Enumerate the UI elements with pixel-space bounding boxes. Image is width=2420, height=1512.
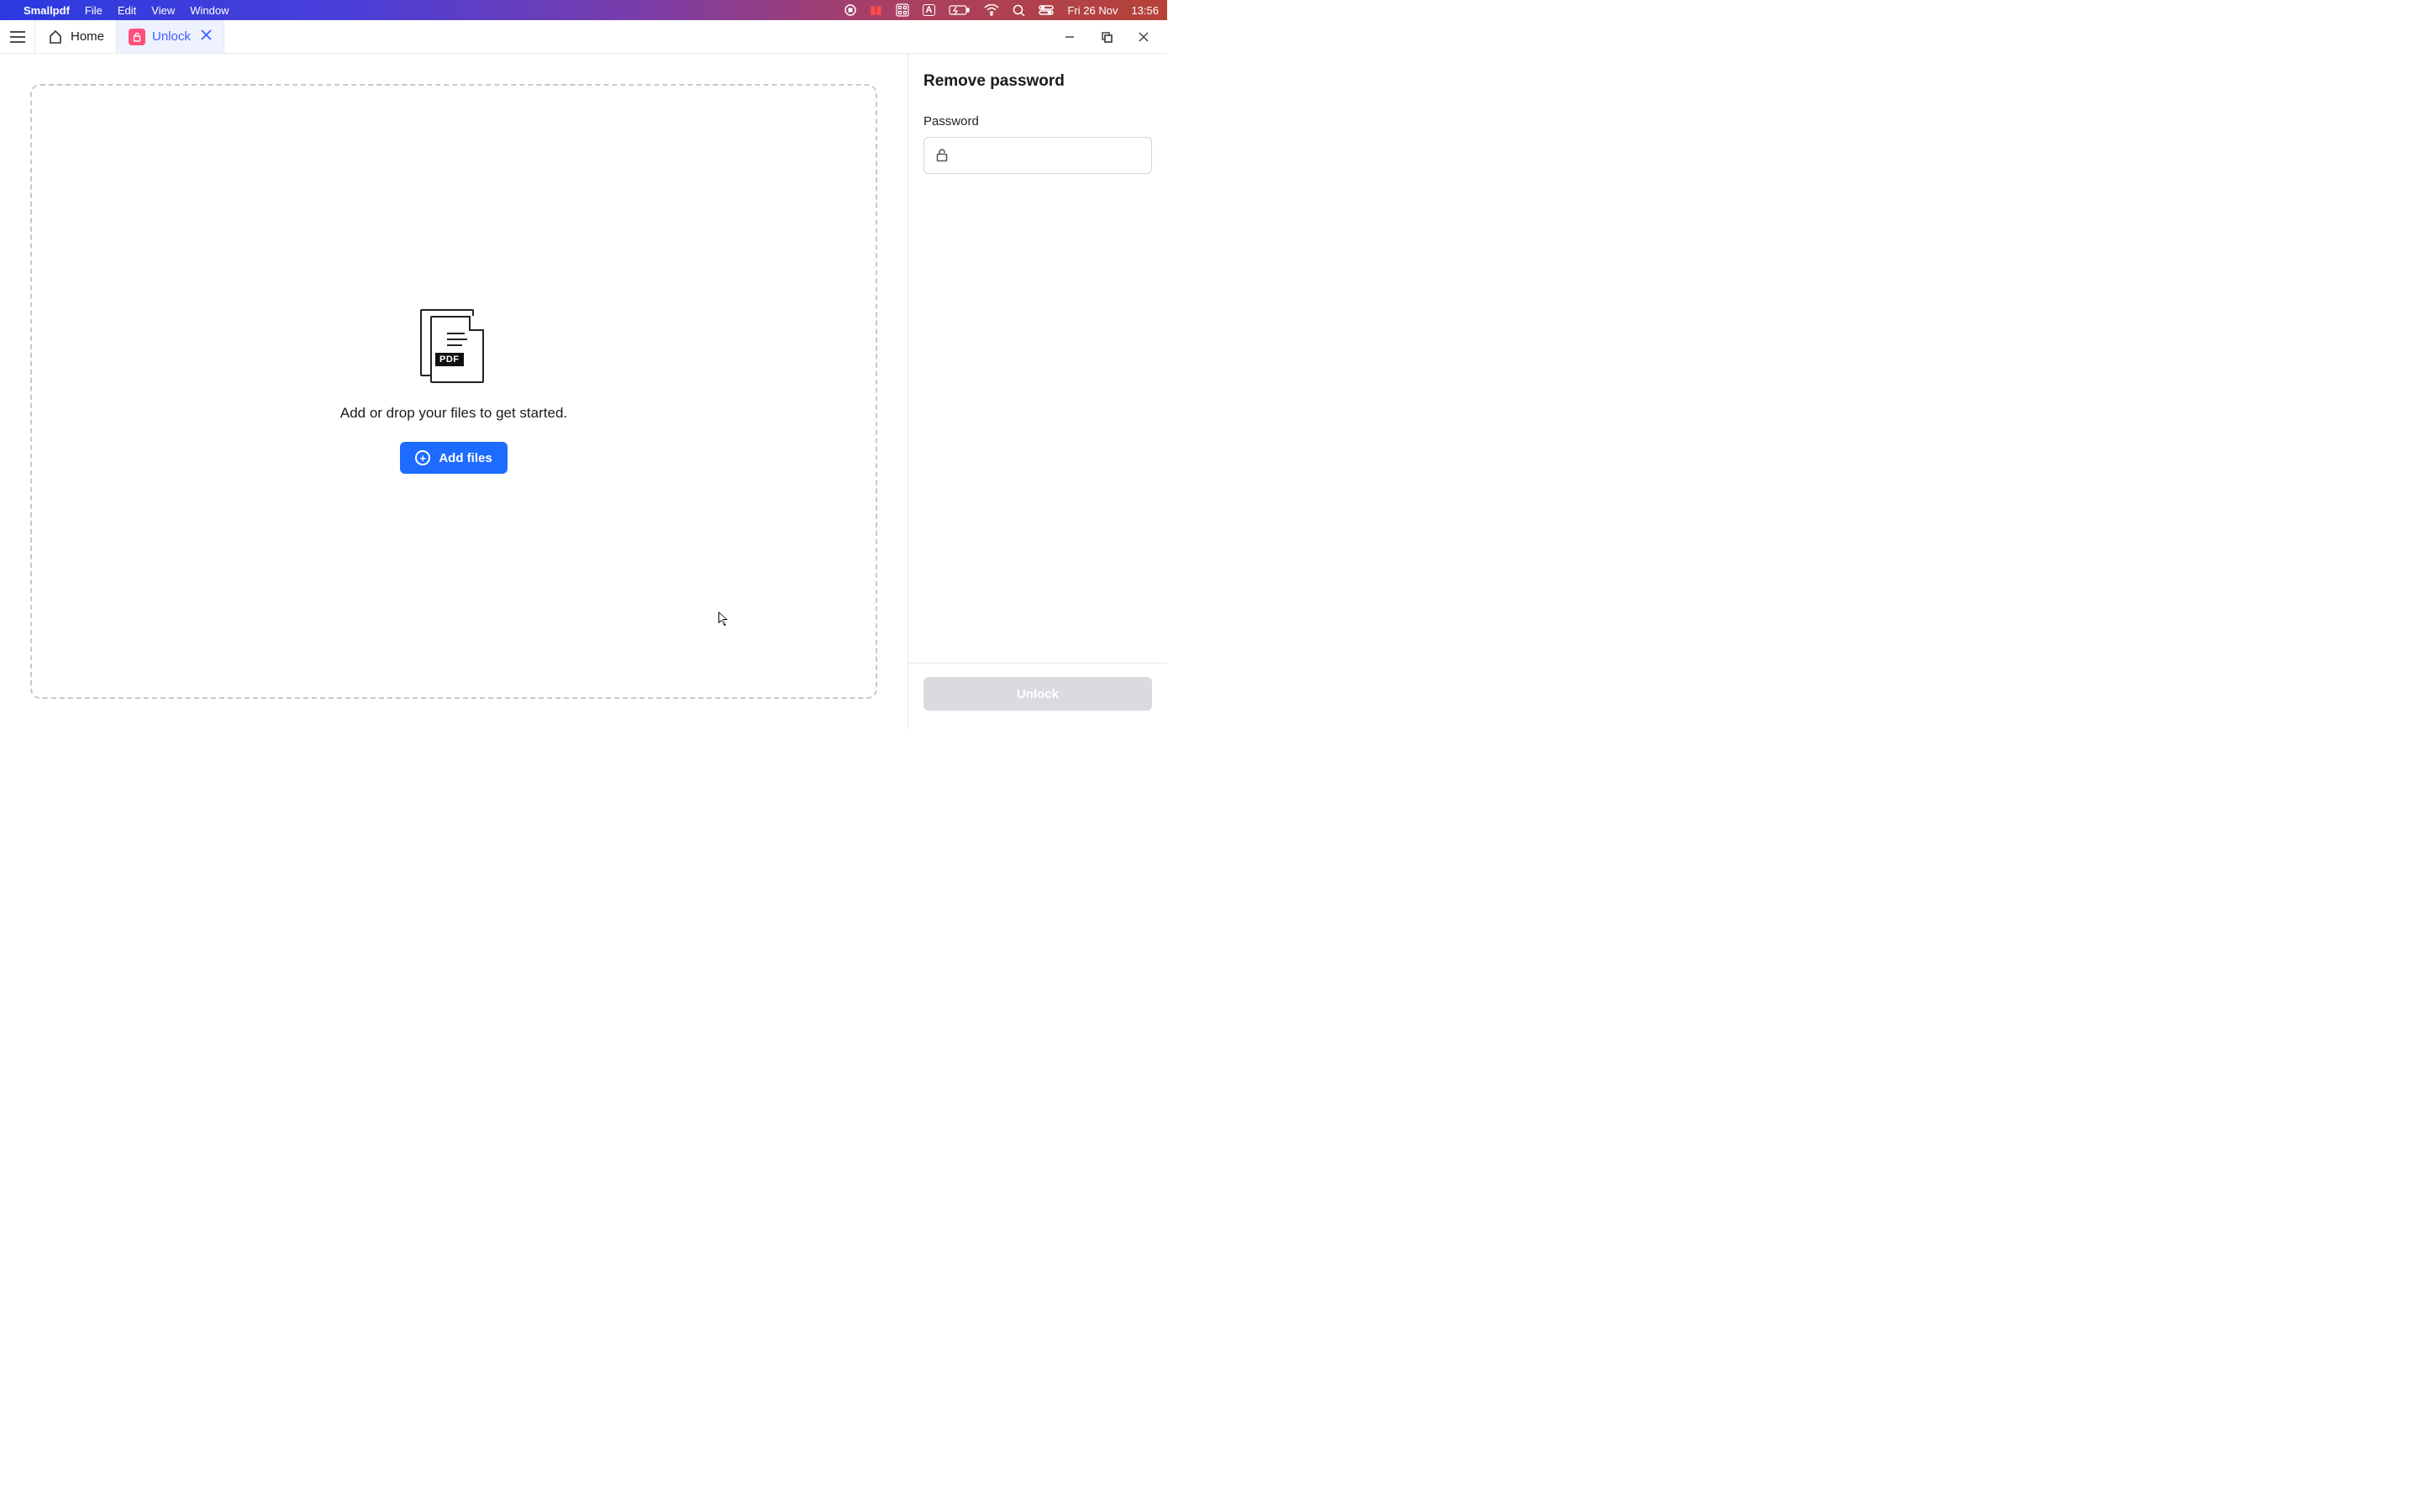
input-source-icon[interactable]: A [923,4,936,16]
dropzone-message: Add or drop your files to get started. [340,405,567,422]
pdf-stack-icon: PDF [420,309,487,385]
password-field[interactable] [958,149,1141,163]
window-controls [1063,20,1167,53]
tab-unlock-label: Unlock [152,29,191,44]
tabbar-spacer [224,20,1063,53]
tab-home[interactable]: Home [35,20,117,53]
maximize-button[interactable] [1100,30,1113,44]
hamburger-menu-button[interactable] [0,20,35,53]
menu-edit[interactable]: Edit [118,4,136,17]
dropzone[interactable]: PDF Add or drop your files to get starte… [30,84,877,699]
password-input-wrapper[interactable] [923,137,1152,174]
menu-file[interactable]: File [85,4,103,17]
close-tab-icon[interactable] [201,29,212,44]
menubar-time[interactable]: 13:56 [1131,4,1159,17]
tabbar: Home Unlock [0,20,1167,54]
menu-view[interactable]: View [151,4,175,17]
status-bars-icon[interactable]: ▮▮ [870,3,881,17]
add-files-label: Add files [439,451,492,465]
sidebar: Remove password Password Unlock [908,54,1167,729]
sidebar-body: Remove password Password [908,54,1167,663]
menubar-date[interactable]: Fri 26 Nov [1067,4,1118,17]
unlock-tab-icon [129,29,145,45]
add-files-button[interactable]: + Add files [400,442,507,474]
spotlight-icon[interactable] [1013,4,1025,17]
content: PDF Add or drop your files to get starte… [0,54,1167,729]
menu-window[interactable]: Window [190,4,229,17]
menubar-right: ▮▮ A Fri 26 Nov 13:56 [844,3,1159,17]
minimize-button[interactable] [1063,30,1076,44]
tab-home-label: Home [71,29,104,44]
control-center-icon[interactable] [1039,5,1054,15]
close-window-button[interactable] [1137,30,1150,44]
lock-icon [934,148,950,163]
record-icon[interactable] [844,4,856,16]
home-icon [47,29,64,45]
main-area: PDF Add or drop your files to get starte… [0,54,908,729]
unlock-button[interactable]: Unlock [923,677,1152,711]
tab-unlock[interactable]: Unlock [117,20,224,53]
app-grid-icon[interactable] [896,3,909,17]
macos-menubar: Smallpdf File Edit View Window ▮▮ A Fri … [0,0,1167,20]
wifi-icon[interactable] [984,4,999,16]
app-name[interactable]: Smallpdf [24,4,70,17]
plus-circle-icon: + [415,450,430,465]
sidebar-title: Remove password [923,72,1152,91]
sidebar-footer: Unlock [908,663,1167,729]
battery-icon[interactable] [949,4,971,16]
password-label: Password [923,114,1152,129]
menubar-left: Smallpdf File Edit View Window [8,4,229,17]
pdf-badge: PDF [435,353,464,366]
